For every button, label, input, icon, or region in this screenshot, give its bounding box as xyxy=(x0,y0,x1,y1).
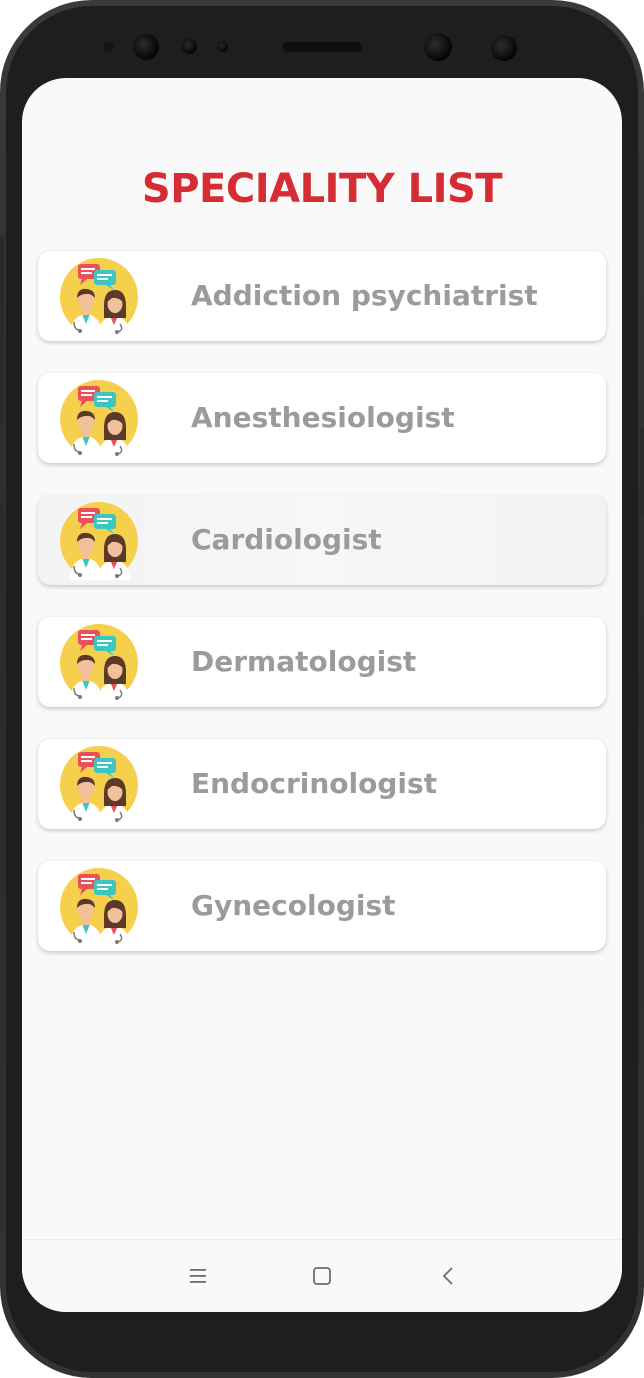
speciality-label: Dermatologist xyxy=(191,645,417,678)
home-button[interactable] xyxy=(302,1256,342,1296)
volume-button xyxy=(0,235,4,425)
app-screen: SPECIALITY LIST Addiction psychiatrist A… xyxy=(22,78,622,1312)
doctors-chat-icon xyxy=(60,868,138,946)
system-nav-bar xyxy=(22,1239,622,1312)
doctors-chat-icon xyxy=(60,746,138,824)
proximity-sensor xyxy=(104,42,114,52)
light-sensor xyxy=(182,39,197,54)
speciality-label: Addiction psychiatrist xyxy=(191,279,538,312)
speciality-label: Endocrinologist xyxy=(191,767,438,800)
back-button[interactable] xyxy=(428,1256,468,1296)
iris-camera xyxy=(491,35,517,61)
back-icon xyxy=(442,1267,453,1285)
speciality-item-gynecologist[interactable]: Gynecologist xyxy=(38,861,606,951)
home-icon xyxy=(313,1267,331,1285)
doctors-chat-icon xyxy=(60,624,138,702)
speciality-item-endocrinologist[interactable]: Endocrinologist xyxy=(38,739,606,829)
phone-frame: SPECIALITY LIST Addiction psychiatrist A… xyxy=(0,0,644,1378)
speciality-item-cardiologist[interactable]: Cardiologist xyxy=(38,495,606,585)
doctors-chat-icon xyxy=(60,380,138,458)
speciality-item-dermatologist[interactable]: Dermatologist xyxy=(38,617,606,707)
front-camera xyxy=(424,33,452,61)
recent-apps-icon xyxy=(190,1269,206,1283)
power-button xyxy=(640,428,644,516)
bixby-button xyxy=(0,505,4,593)
led-indicator xyxy=(217,41,228,52)
speciality-item-anesthesiologist[interactable]: Anesthesiologist xyxy=(38,373,606,463)
page-title: SPECIALITY LIST xyxy=(141,166,503,212)
speciality-label: Gynecologist xyxy=(191,889,396,922)
speciality-label: Anesthesiologist xyxy=(191,401,455,434)
recent-apps-button[interactable] xyxy=(178,1256,218,1296)
earpiece-speaker xyxy=(282,42,362,52)
doctors-chat-icon xyxy=(60,502,138,580)
speciality-label: Cardiologist xyxy=(191,523,382,556)
speciality-item-addiction-psychiatrist[interactable]: Addiction psychiatrist xyxy=(38,251,606,341)
doctors-chat-icon xyxy=(60,258,138,336)
speciality-list: Addiction psychiatrist Anesthesiologist … xyxy=(38,251,606,983)
iris-sensor xyxy=(133,34,159,60)
